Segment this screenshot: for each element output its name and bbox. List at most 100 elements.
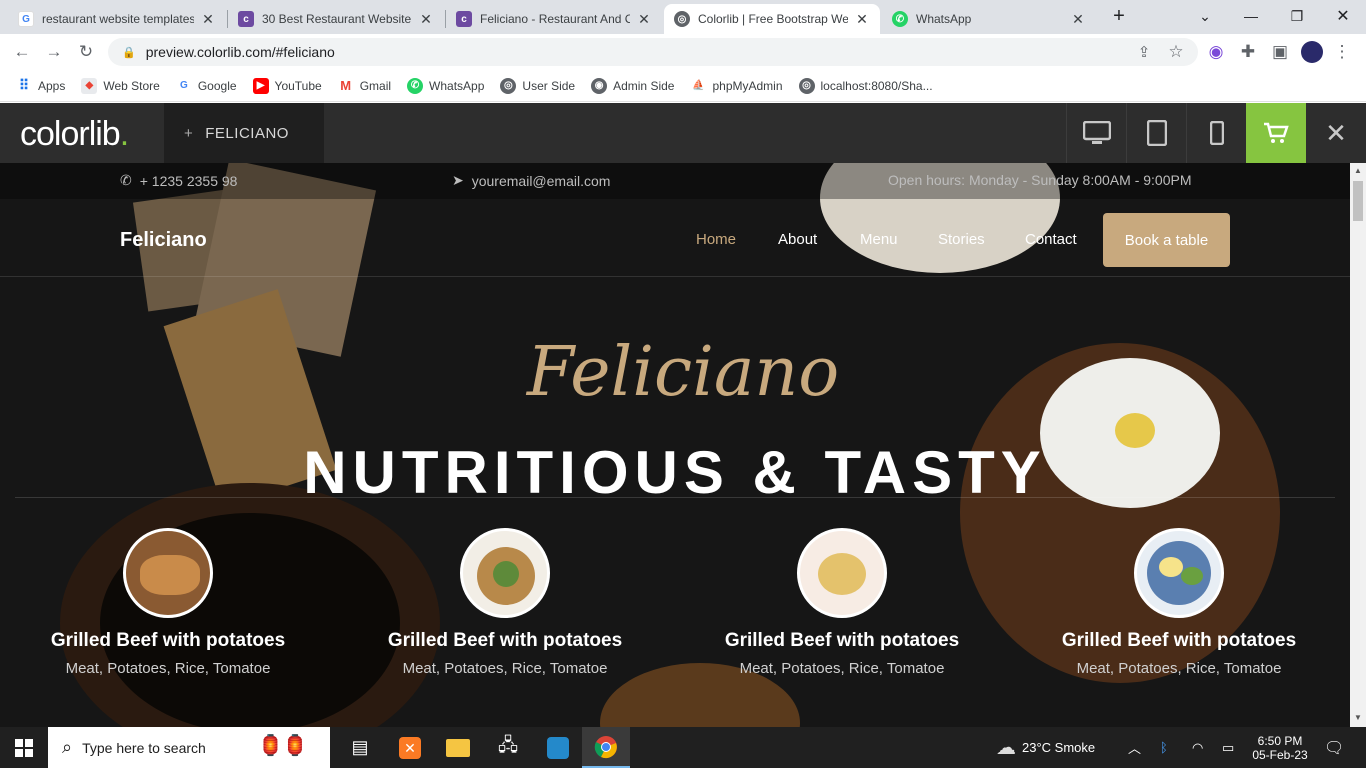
phpmyadmin-icon: ⛵ (692, 80, 705, 91)
windows-logo-icon (15, 738, 33, 757)
browser-tab-strip: G restaurant website templates ✕ c 30 Be… (0, 0, 1366, 34)
tab-whatsapp[interactable]: ✆ WhatsApp ✕ (882, 4, 1096, 34)
back-arrow-icon[interactable]: ← (10, 41, 34, 63)
bookmark-google[interactable]: G Google (176, 78, 237, 94)
tablet-view-button[interactable] (1126, 103, 1186, 163)
tab-30-best-restaurant[interactable]: c 30 Best Restaurant Website T ✕ (228, 4, 444, 34)
colorlib-logo[interactable]: colorlib. (20, 115, 129, 154)
menu-kebab-icon[interactable]: ⋮ (1330, 41, 1354, 63)
puzzle-icon[interactable]: ✚ (1236, 41, 1260, 63)
tab-google-search[interactable]: G restaurant website templates ✕ (8, 4, 226, 34)
windows-taskbar: ⌕ Type here to search 🏮🏮 ▤ ✕ 🖧 ☁ 23°C Sm… (0, 727, 1366, 768)
weather-widget[interactable]: ☁ 23°C Smoke (996, 727, 1095, 768)
bookmark-star-icon[interactable]: ☆ (1164, 41, 1188, 63)
web-store-icon: ◆ (81, 77, 98, 94)
bookmark-gmail[interactable]: M Gmail (338, 78, 391, 94)
cloud-icon: ☁ (996, 737, 1016, 759)
close-tab-icon[interactable]: ✕ (1070, 11, 1086, 28)
bookmark-youtube[interactable]: ▶ YouTube (252, 77, 322, 94)
maximize-button[interactable]: ❐ (1274, 0, 1320, 32)
bluetooth-icon[interactable]: ᛒ (1160, 727, 1168, 768)
close-tab-icon[interactable]: ✕ (636, 11, 652, 28)
tablet-icon (1146, 120, 1167, 146)
whatsapp-icon: ✆ (407, 77, 424, 94)
google-icon: G (18, 11, 34, 27)
battery-icon[interactable]: ▭ (1222, 727, 1234, 768)
mobile-icon (1209, 121, 1224, 145)
close-tab-icon[interactable]: ✕ (200, 11, 216, 28)
bookmark-web-store[interactable]: ◆ Web Store (81, 77, 160, 94)
nav-about[interactable]: About (778, 231, 817, 248)
admin-icon: ◉ (591, 77, 608, 94)
dish-description: Meat, Potatoes, Rice, Tomatoe (65, 660, 271, 677)
bookmark-phpmyadmin[interactable]: ⛵ phpMyAdmin (690, 78, 782, 94)
nav-stories[interactable]: Stories (938, 231, 985, 248)
forward-arrow-icon[interactable]: → (42, 41, 66, 63)
nav-home[interactable]: Home (696, 231, 736, 248)
tab-feliciano[interactable]: c Feliciano - Restaurant And Ca ✕ (446, 4, 662, 34)
dish-description: Meat, Potatoes, Rice, Tomatoe (402, 660, 608, 677)
new-tab-button[interactable]: + (1096, 0, 1142, 32)
profile-avatar[interactable] (1300, 41, 1324, 63)
paper-plane-icon: ➤ (452, 172, 464, 188)
site-brand[interactable]: Feliciano (120, 229, 207, 252)
clock[interactable]: 6:50 PM 05-Feb-23 (1252, 727, 1308, 768)
dish-card[interactable]: Grilled Beef with potatoes Meat, Potatoe… (340, 528, 670, 677)
scroll-up-icon[interactable]: ▲ (1354, 166, 1362, 175)
file-explorer-icon[interactable] (434, 727, 482, 768)
globe-icon: ◎ (674, 11, 690, 27)
wifi-icon[interactable]: ◠ (1192, 727, 1203, 768)
xampp-icon[interactable]: ✕ (386, 727, 434, 768)
nav-contact[interactable]: Contact (1025, 231, 1077, 248)
website-preview: ✆ + 1235 2355 98 ➤ youremail@email.com Ope… (0, 163, 1350, 727)
close-preview-icon[interactable]: ✕ (1306, 103, 1366, 163)
google-icon: G (179, 80, 188, 91)
mobile-view-button[interactable] (1186, 103, 1246, 163)
dish-card[interactable]: Grilled Beef with potatoes Meat, Potatoe… (677, 528, 1007, 677)
share-icon[interactable]: ⇪ (1132, 41, 1156, 63)
network-app-icon[interactable]: 🖧 (484, 727, 532, 768)
desktop-view-button[interactable] (1066, 103, 1126, 163)
taskbar-search[interactable]: ⌕ Type here to search 🏮🏮 (48, 727, 330, 768)
nav-menu[interactable]: Menu (860, 231, 898, 248)
hero-divider (15, 497, 1335, 498)
dish-card[interactable]: Grilled Beef with potatoes Meat, Potatoe… (1014, 528, 1344, 677)
bookmark-admin-side[interactable]: ◉ Admin Side (591, 77, 674, 94)
bookmark-localhost[interactable]: ◎ localhost:8080/Sha... (798, 77, 933, 94)
vscode-icon[interactable] (534, 727, 582, 768)
tab-colorlib-active[interactable]: ◎ Colorlib | Free Bootstrap Web ✕ (664, 4, 880, 34)
dish-card[interactable]: Grilled Beef with potatoes Meat, Potatoe… (3, 528, 333, 677)
scrollbar-thumb[interactable] (1353, 181, 1363, 221)
minimize-button[interactable]: — (1228, 0, 1274, 32)
close-window-button[interactable]: ✕ (1320, 0, 1366, 32)
cart-button[interactable] (1246, 103, 1306, 163)
bookmark-user-side[interactable]: ◎ User Side (500, 77, 575, 94)
scroll-down-icon[interactable]: ▼ (1354, 713, 1362, 722)
book-table-button[interactable]: Book a table (1103, 213, 1230, 267)
demo-selector[interactable]: + FELICIANO (164, 103, 324, 163)
dish-name: Grilled Beef with potatoes (50, 630, 286, 651)
extension-icon[interactable]: ◉ (1204, 41, 1228, 63)
task-view-icon[interactable]: ▤ (336, 727, 384, 768)
colorlib-preview-bar: colorlib. + FELICIANO ✕ (0, 103, 1366, 163)
lock-icon: 🔒 (122, 46, 136, 59)
whatsapp-icon: ✆ (892, 11, 908, 27)
reload-icon[interactable]: ↻ (74, 41, 98, 63)
show-hidden-icons-chevron[interactable]: ︿ (1128, 727, 1141, 768)
tab-search-chevron-icon[interactable]: ⌄ (1182, 0, 1228, 32)
side-panel-icon[interactable]: ▣ (1268, 41, 1292, 63)
chrome-icon (594, 735, 617, 758)
notification-icon[interactable]: 🗨 (1324, 727, 1344, 768)
phone-info: ✆ + 1235 2355 98 (120, 172, 238, 189)
page-scrollbar[interactable]: ▲ ▼ (1350, 163, 1366, 727)
address-bar-row: ← → ↻ 🔒 preview.colorlib.com/#feliciano … (0, 34, 1366, 70)
chrome-taskbar-icon[interactable] (582, 727, 630, 768)
bookmark-whatsapp[interactable]: ✆ WhatsApp (407, 77, 484, 94)
bookmark-apps[interactable]: ⠿ Apps (16, 77, 66, 94)
close-tab-icon[interactable]: ✕ (854, 11, 870, 28)
close-tab-icon[interactable]: ✕ (418, 11, 434, 28)
dish-name: Grilled Beef with potatoes (724, 630, 960, 651)
windows-start-button[interactable] (0, 727, 48, 768)
dish-description: Meat, Potatoes, Rice, Tomatoe (739, 660, 945, 677)
url-bar[interactable]: 🔒 preview.colorlib.com/#feliciano (108, 38, 1198, 66)
